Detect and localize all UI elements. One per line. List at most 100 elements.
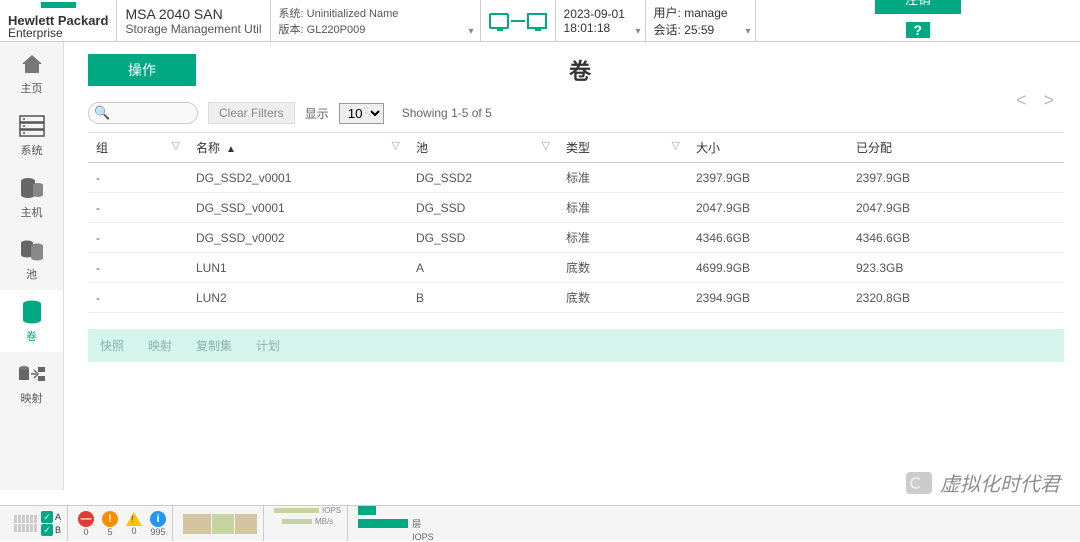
table-row[interactable]: -DG_SSD_v0001DG_SSD标准2047.9GB2047.9GB — [88, 193, 1064, 223]
nav-mapping[interactable]: 映射 — [0, 352, 63, 414]
cell-group: - — [88, 223, 188, 253]
enclosure-status[interactable]: ✓A ✓B — [8, 506, 68, 541]
cell-size: 4346.6GB — [688, 223, 848, 253]
tier-bar-icon — [358, 506, 376, 515]
capacity-block-icon — [235, 514, 257, 534]
home-icon — [18, 52, 46, 76]
tab-snapshot[interactable]: 快照 — [100, 337, 124, 354]
nav-home[interactable]: 主页 — [0, 42, 63, 104]
volumes-table: 组▽ 名称▲▽ 池▽ 类型▽ 大小 已分配 -DG_SSD2_v0001DG_S… — [88, 132, 1064, 313]
caution-icon: ! — [126, 512, 142, 526]
cell-pool: DG_SSD — [408, 193, 558, 223]
tier-section[interactable]: 层 IOPS — [352, 506, 440, 541]
error-icon: — — [78, 511, 94, 527]
info-count: 995 — [151, 527, 166, 537]
user-session-dropdown[interactable]: 用户: manage 会话: 25:59 ▾ — [646, 0, 756, 41]
mbs-label: MB/s — [315, 517, 333, 526]
link-line-icon — [511, 20, 525, 22]
warn-count: 5 — [108, 527, 113, 537]
error-count: 0 — [84, 527, 89, 537]
cell-type: 标准 — [558, 193, 688, 223]
disk-slots-icon — [14, 515, 37, 532]
table-row[interactable]: -LUN1A底数4699.9GB923.3GB — [88, 253, 1064, 283]
col-group[interactable]: 组▽ — [88, 133, 188, 163]
cell-size: 2047.9GB — [688, 193, 848, 223]
capacity-blocks[interactable] — [177, 506, 264, 541]
monitor-icon — [489, 13, 509, 29]
search-icon: 🔍 — [94, 105, 110, 121]
tab-schedule[interactable]: 计划 — [256, 337, 280, 354]
top-bar: Hewlett Packard Enterprise MSA 2040 SAN … — [0, 0, 1080, 42]
tab-replication[interactable]: 复制集 — [196, 337, 232, 354]
col-type[interactable]: 类型▽ — [558, 133, 688, 163]
cell-type: 标准 — [558, 223, 688, 253]
result-count: Showing 1-5 of 5 — [402, 106, 492, 120]
cell-allocated: 2397.9GB — [848, 163, 1064, 193]
product-sub: Storage Management Util — [125, 22, 261, 36]
pool-icon — [18, 238, 46, 262]
cell-group: - — [88, 193, 188, 223]
table-row[interactable]: -DG_SSD_v0002DG_SSD标准4346.6GB4346.6GB — [88, 223, 1064, 253]
logout-button[interactable]: 注销 — [875, 0, 961, 14]
cell-name: LUN2 — [188, 283, 408, 313]
nav-pools[interactable]: 池 — [0, 228, 63, 290]
filter-icon[interactable]: ▽ — [392, 139, 400, 152]
connection-status-icon[interactable] — [481, 0, 556, 41]
date-value: 2023-09-01 — [564, 7, 637, 21]
col-name[interactable]: 名称▲▽ — [188, 133, 408, 163]
filter-icon[interactable]: ▽ — [672, 139, 680, 152]
cell-type: 底数 — [558, 253, 688, 283]
perf-bars[interactable]: IOPS MB/s — [268, 506, 348, 541]
cell-pool: DG_SSD2 — [408, 163, 558, 193]
cell-allocated: 2047.9GB — [848, 193, 1064, 223]
cell-pool: DG_SSD — [408, 223, 558, 253]
tab-mapping[interactable]: 映射 — [148, 337, 172, 354]
pager-arrows[interactable]: < > — [1016, 90, 1060, 111]
table-row[interactable]: -LUN2B底数2394.9GB2320.8GB — [88, 283, 1064, 313]
caution-count: 0 — [132, 526, 137, 536]
help-button[interactable]: ? — [906, 22, 930, 38]
cell-size: 2394.9GB — [688, 283, 848, 313]
iops-bar-icon — [274, 508, 319, 513]
clear-filters-button[interactable]: Clear Filters — [208, 102, 295, 124]
nav-volumes[interactable]: 卷 — [0, 290, 63, 352]
check-icon: ✓ — [41, 524, 53, 536]
page-size-select[interactable]: 10 — [339, 103, 384, 124]
cell-allocated: 2320.8GB — [848, 283, 1064, 313]
filter-icon[interactable]: ▽ — [542, 139, 550, 152]
sub-tabs: 快照 映射 复制集 计划 — [88, 329, 1064, 362]
col-pool[interactable]: 池▽ — [408, 133, 558, 163]
capacity-block-icon — [183, 514, 211, 534]
cell-type: 底数 — [558, 283, 688, 313]
cell-group: - — [88, 253, 188, 283]
hpe-rect-icon — [41, 2, 76, 8]
filter-icon[interactable]: ▽ — [172, 139, 180, 152]
sidebar: 主页 系统 主机 池 卷 — [0, 42, 64, 490]
system-info-dropdown[interactable]: 系统: Uninitialized Name 版本: GL220P009 ▾ — [271, 0, 481, 41]
table-row[interactable]: -DG_SSD2_v0001DG_SSD2标准2397.9GB2397.9GB — [88, 163, 1064, 193]
chevron-down-icon: ▾ — [745, 26, 750, 37]
server-rack-icon — [18, 114, 46, 138]
chevron-down-icon: ▾ — [468, 26, 473, 37]
event-counters[interactable]: —0 !5 !0 i995 — [72, 506, 173, 541]
nav-hosts[interactable]: 主机 — [0, 166, 63, 228]
cell-name: DG_SSD_v0002 — [188, 223, 408, 253]
cell-allocated: 4346.6GB — [848, 223, 1064, 253]
controller-a-label: A — [55, 512, 61, 522]
nav-system[interactable]: 系统 — [0, 104, 63, 166]
cell-allocated: 923.3GB — [848, 253, 1064, 283]
col-allocated[interactable]: 已分配 — [848, 133, 1064, 163]
cell-name: LUN1 — [188, 253, 408, 283]
cell-size: 2397.9GB — [688, 163, 848, 193]
show-label: 显示 — [305, 105, 329, 122]
cell-name: DG_SSD2_v0001 — [188, 163, 408, 193]
volume-icon — [18, 300, 46, 324]
col-size[interactable]: 大小 — [688, 133, 848, 163]
status-footer: ✓A ✓B —0 !5 !0 i995 IOPS MB/s 层 IOPS — [0, 505, 1080, 541]
datetime-dropdown[interactable]: 2023-09-01 18:01:18 ▾ — [556, 0, 646, 41]
tier-bar-icon — [358, 519, 408, 528]
mapping-icon — [18, 362, 46, 386]
product-name: MSA 2040 SAN — [125, 6, 261, 22]
brand-logo: Hewlett Packard Enterprise — [0, 0, 117, 41]
time-value: 18:01:18 — [564, 21, 637, 35]
